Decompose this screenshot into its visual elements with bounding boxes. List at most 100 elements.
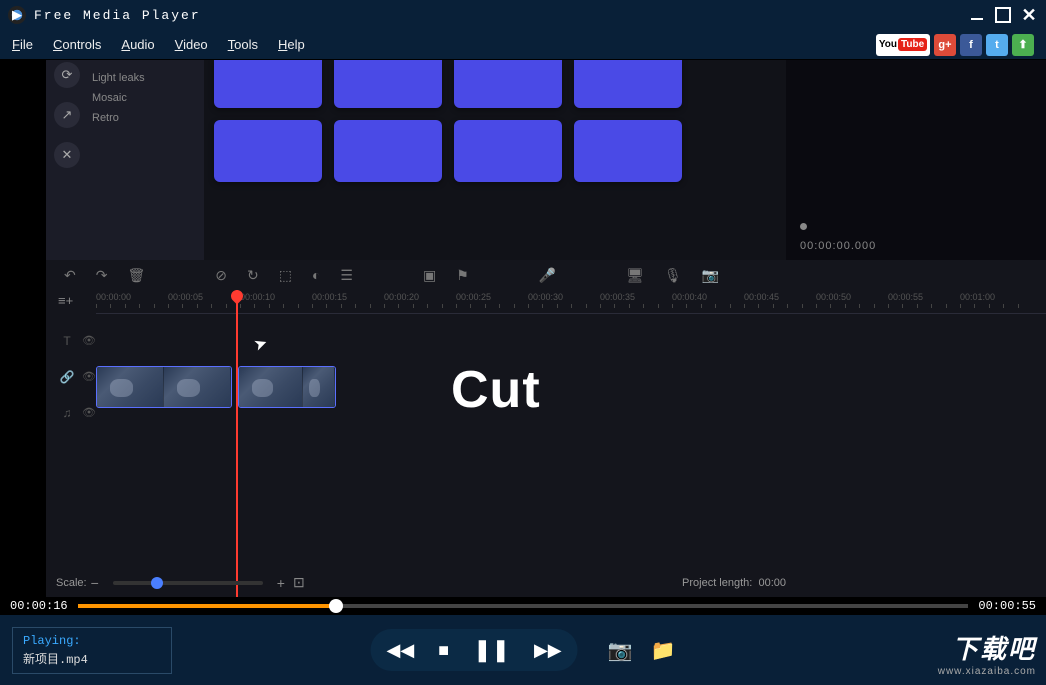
effect-thumb	[454, 60, 562, 108]
effect-thumb	[334, 60, 442, 108]
ruler-label: 00:00:20	[384, 292, 419, 302]
menu-help[interactable]: Help	[278, 37, 305, 52]
youtube-button[interactable]: YouTube	[876, 34, 930, 56]
cut-icon: ⊘	[215, 267, 227, 284]
menu-icon: ☰	[340, 267, 353, 284]
watermark: 下载吧 www.xiazaiba.com	[938, 629, 1036, 677]
preview-panel: 00:00:00.000	[786, 60, 1046, 260]
current-time: 00:00:16	[10, 599, 68, 613]
adjust-icon: ◐	[312, 267, 320, 283]
effects-sidebar: ⟳ ↗ ✕ Light leaksMosaicRetro	[46, 60, 204, 260]
video-content: ⟳ ↗ ✕ Light leaksMosaicRetro	[46, 60, 1046, 597]
googleplus-button[interactable]: g+	[934, 34, 956, 56]
forward-button[interactable]: ▶▶	[534, 640, 562, 661]
update-button[interactable]: ⬆	[1012, 34, 1034, 56]
ruler-label: 00:00:00	[96, 292, 131, 302]
ruler-label: 00:00:15	[312, 292, 347, 302]
eye-icon: 👁	[82, 406, 96, 420]
effect-thumb	[214, 60, 322, 108]
seek-bar[interactable]	[78, 604, 969, 608]
menu-file[interactable]: File	[12, 37, 33, 52]
settings-icon: ✕	[54, 142, 80, 168]
effect-thumb	[574, 60, 682, 108]
trash-icon: 🗑	[127, 267, 145, 284]
effect-thumb	[454, 120, 562, 182]
open-file-button[interactable]: 📁	[651, 638, 676, 663]
eye-icon: 👁	[82, 334, 96, 348]
video-clip-2	[238, 366, 336, 408]
now-playing-box: Playing: 新项目.mp4	[12, 627, 172, 674]
ruler-label: 00:00:35	[600, 292, 635, 302]
progress-row: 00:00:16 00:00:55	[0, 597, 1046, 615]
playing-filename: 新项目.mp4	[23, 650, 161, 667]
twitter-button[interactable]: t	[986, 34, 1008, 56]
effect-thumb	[334, 120, 442, 182]
menu-video[interactable]: Video	[175, 37, 208, 52]
eye-icon: 👁	[82, 370, 96, 384]
facebook-button[interactable]: f	[960, 34, 982, 56]
close-button[interactable]: ✕	[1020, 6, 1038, 24]
stop-button[interactable]: ■	[438, 640, 449, 661]
effect-item: Light leaks	[92, 68, 204, 88]
webcam-icon: 📷	[702, 267, 719, 284]
seek-fill	[78, 604, 336, 608]
scale-slider	[113, 581, 263, 585]
tracks-area: T👁 🔗👁 ♫👁 ➤	[96, 314, 1046, 408]
video-area: ⟳ ↗ ✕ Light leaksMosaicRetro	[0, 60, 1046, 597]
video-track-icon: 🔗	[56, 370, 78, 384]
app-logo-icon: ▶	[8, 6, 26, 24]
menu-controls[interactable]: Controls	[53, 37, 101, 52]
app-title: Free Media Player	[34, 8, 960, 23]
editor-toolbar: ↶ ↷ 🗑 ⊘ ↻ ⬚ ◐ ☰ ▣ ⚑ 🎤 🖥 🎙 📷	[46, 260, 1046, 290]
mic-icon: 🎤	[539, 267, 556, 284]
titlebar: ▶ Free Media Player ✕	[0, 0, 1046, 30]
ruler-label: 00:00:40	[672, 292, 707, 302]
mic2-icon: 🎙	[664, 267, 682, 284]
overlay-icon: ▣	[423, 267, 436, 284]
refresh-icon: ⟳	[54, 62, 80, 88]
ruler-label: 00:00:30	[528, 292, 563, 302]
arrow-icon: ↗	[54, 102, 80, 128]
preview-timecode: 00:00:00.000	[800, 240, 876, 252]
cursor-icon: ➤	[251, 332, 270, 355]
rewind-button[interactable]: ◀◀	[387, 640, 415, 661]
menubar: File Controls Audio Video Tools Help You…	[0, 30, 1046, 60]
zoom-out-icon: −	[91, 575, 99, 591]
preview-marker-icon	[800, 223, 807, 230]
ruler-label: 00:00:25	[456, 292, 491, 302]
cut-overlay-text: Cut	[451, 360, 541, 420]
text-track-icon: T	[56, 334, 78, 348]
maximize-button[interactable]	[994, 6, 1012, 24]
playing-label: Playing:	[23, 634, 161, 648]
timeline: ≡+ 00:00:0000:00:0500:00:1000:00:1500:00…	[46, 290, 1046, 580]
playhead	[236, 290, 238, 597]
player-controls: Playing: 新项目.mp4 ◀◀ ■ ❚❚ ▶▶ 📷 📁 下载吧 www.…	[0, 615, 1046, 685]
thumbnails-grid	[204, 60, 786, 260]
ruler-label: 00:00:50	[816, 292, 851, 302]
total-time: 00:00:55	[978, 599, 1036, 613]
crop-icon: ⬚	[279, 267, 292, 284]
redo-icon: ↷	[96, 267, 108, 284]
pause-button[interactable]: ❚❚	[473, 637, 510, 663]
snapshot-button[interactable]: 📷	[608, 638, 633, 663]
project-length: Project length: 00:00	[682, 577, 786, 589]
playback-pill: ◀◀ ■ ❚❚ ▶▶	[371, 629, 578, 671]
undo-icon: ↶	[64, 267, 76, 284]
menu-tools[interactable]: Tools	[228, 37, 258, 52]
zoom-in-icon: +	[277, 575, 285, 591]
ruler-label: 00:00:55	[888, 292, 923, 302]
effect-item: Mosaic	[92, 88, 204, 108]
add-track-icon: ≡+	[58, 293, 73, 308]
minimize-button[interactable]	[968, 6, 986, 24]
scale-bar: Scale: − + ⊡ Project length: 00:00	[56, 574, 1036, 591]
menu-audio[interactable]: Audio	[121, 37, 154, 52]
ruler-label: 00:01:00	[960, 292, 995, 302]
flag-icon: ⚑	[456, 267, 469, 284]
rotate-icon: ↻	[247, 267, 259, 284]
video-clip-1	[96, 366, 232, 408]
effect-thumb	[574, 120, 682, 182]
seek-thumb[interactable]	[329, 599, 343, 613]
scale-label: Scale:	[56, 577, 87, 589]
fit-icon: ⊡	[293, 574, 305, 591]
ruler-label: 00:00:10	[240, 292, 275, 302]
